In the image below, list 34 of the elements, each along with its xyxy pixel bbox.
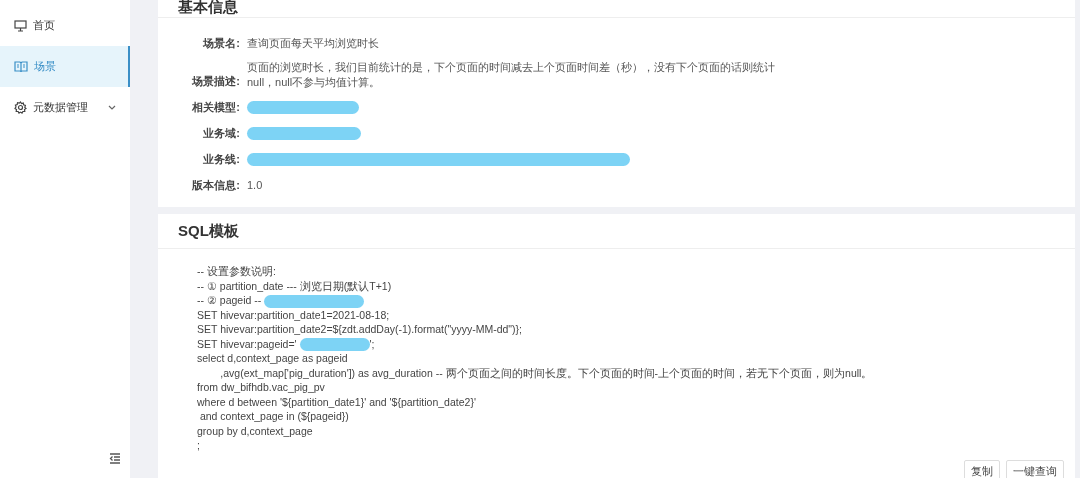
- book-icon: [14, 61, 28, 72]
- code-line: where d between '${partition_date1}' and '${partition_date2}': [197, 394, 476, 410]
- sidebar-item[interactable]: 元数据管理: [0, 87, 130, 128]
- code-line: -- ① partition_date --- 浏览日期(默认T+1): [197, 278, 392, 294]
- code-line: ';: [369, 336, 375, 352]
- collapse-menu-icon[interactable]: [109, 453, 121, 464]
- code-line: and context_page in (${pageid}): [198, 409, 349, 425]
- code-line: group by d,context_page: [197, 423, 313, 439]
- section-title: SQL模板: [178, 220, 239, 241]
- field-value: 页面的浏览时长，我们目前统计的是，下个页面的时间减去上个页面时间差（秒），没有下个页面的话则统计null，null不参与均值计算。: [247, 60, 776, 90]
- field-label: 业务域:: [202, 125, 240, 141]
- code-line: from dw_bifhdb.vac_pig_pv: [197, 380, 325, 396]
- sidebar-item[interactable]: 首页: [0, 5, 130, 46]
- code-line: SET hivevar:partition_date1=2021-08-18;: [197, 307, 390, 323]
- action-button[interactable]: 一键查询: [1006, 460, 1064, 478]
- monitor-icon: [14, 19, 27, 32]
- code-line: ,avg(ext_map['pig_duration']) as avg_duration -- 两个页面之间的时间长度。下个页面的时间-上个页面的时间，若无下个页面，则为null。: [219, 365, 873, 381]
- redaction-mark: [299, 338, 370, 352]
- section-title: 基本信息: [178, 0, 238, 18]
- action-button[interactable]: 复制: [964, 460, 1000, 478]
- field-label: 场景描述:: [191, 73, 240, 89]
- code-line: -- ② pageid --: [197, 293, 262, 309]
- field-label: 业务线:: [202, 151, 240, 167]
- field-value: 查询页面每天平均浏览时长: [247, 35, 380, 51]
- field-label: 相关模型:: [191, 99, 240, 115]
- field-label: 版本信息:: [191, 177, 240, 193]
- gear-icon: [14, 101, 27, 114]
- code-line: ;: [197, 438, 200, 454]
- code-line: -- 设置参数说明:: [197, 264, 276, 280]
- code-line: select d,context_page as pageid: [197, 351, 348, 367]
- field-label: 场景名:: [202, 35, 240, 51]
- field-value: 1.0: [247, 177, 264, 193]
- code-line: SET hivevar:partition_date2=${zdt.addDay(-1).format("yyyy-MM-dd")};: [197, 322, 523, 338]
- code-line: SET hivevar:pageid=': [197, 336, 297, 352]
